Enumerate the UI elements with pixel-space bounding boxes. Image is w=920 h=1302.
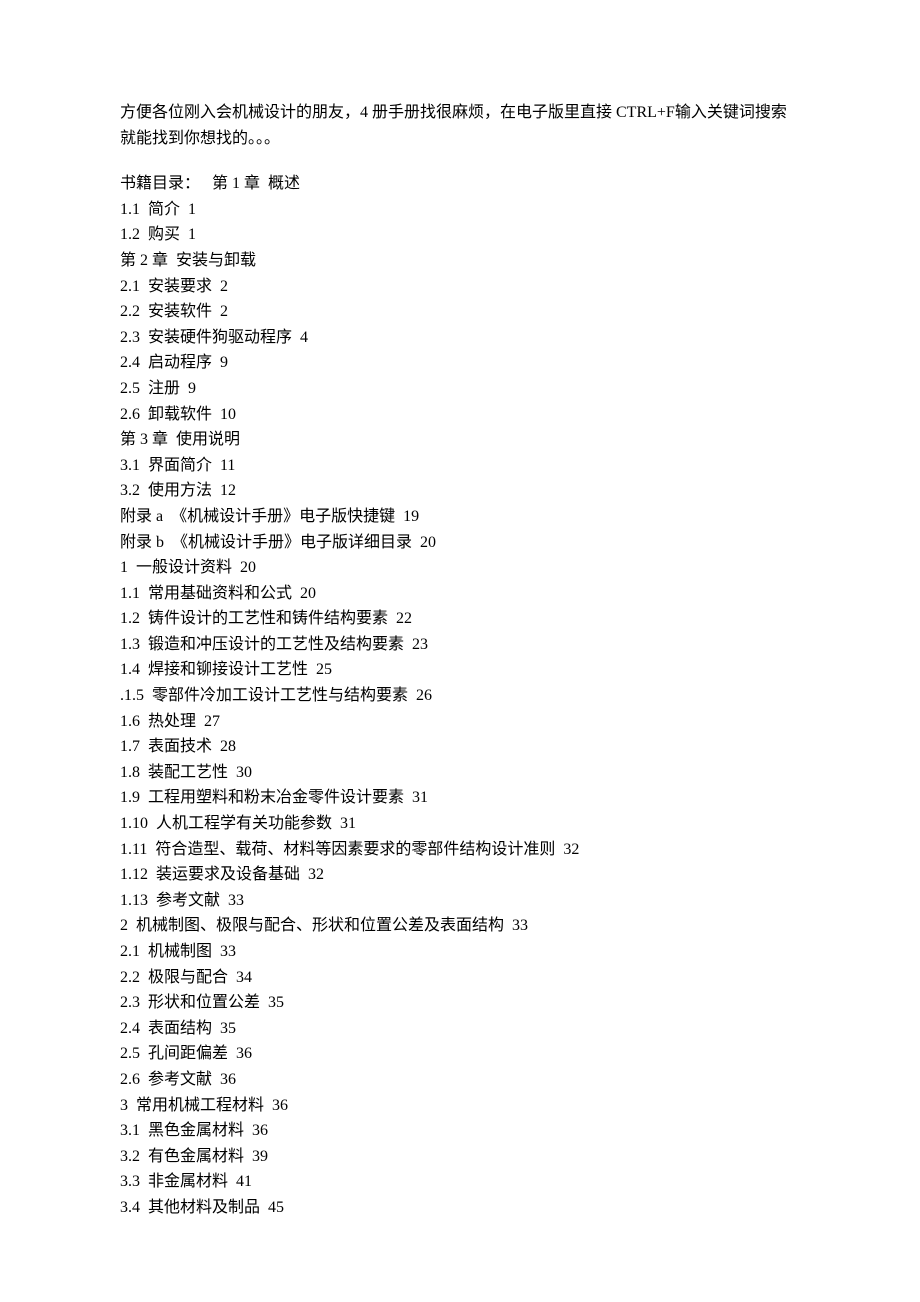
toc-line: 2 机械制图、极限与配合、形状和位置公差及表面结构 33 (120, 913, 800, 939)
toc-line: 1.9 工程用塑料和粉末冶金零件设计要素 31 (120, 785, 800, 811)
toc-line: 第 3 章 使用说明 (120, 427, 800, 453)
toc-line: 1.2 铸件设计的工艺性和铸件结构要素 22 (120, 606, 800, 632)
toc-line: 书籍目录： 第 1 章 概述 (120, 171, 800, 197)
toc-line: 2.3 安装硬件狗驱动程序 4 (120, 325, 800, 351)
toc-line: 1.1 常用基础资料和公式 20 (120, 581, 800, 607)
toc-line: 3.1 界面简介 11 (120, 453, 800, 479)
toc-line: 1.2 购买 1 (120, 222, 800, 248)
toc-line: 2.4 启动程序 9 (120, 350, 800, 376)
toc-line: 3.2 有色金属材料 39 (120, 1144, 800, 1170)
toc-line: 2.5 注册 9 (120, 376, 800, 402)
toc-line: 2.2 极限与配合 34 (120, 965, 800, 991)
toc-line: 1 一般设计资料 20 (120, 555, 800, 581)
toc-line: 2.2 安装软件 2 (120, 299, 800, 325)
toc-line: 第 2 章 安装与卸载 (120, 248, 800, 274)
toc-line: 3.1 黑色金属材料 36 (120, 1118, 800, 1144)
toc-line: 1.3 锻造和冲压设计的工艺性及结构要素 23 (120, 632, 800, 658)
intro-paragraph: 方便各位刚入会机械设计的朋友，4 册手册找很麻烦，在电子版里直接 CTRL+F输… (120, 100, 800, 151)
toc-line: 2.3 形状和位置公差 35 (120, 990, 800, 1016)
toc-line: 3.3 非金属材料 41 (120, 1169, 800, 1195)
toc-line: 1.10 人机工程学有关功能参数 31 (120, 811, 800, 837)
toc-line: 2.4 表面结构 35 (120, 1016, 800, 1042)
toc-line: 1.13 参考文献 33 (120, 888, 800, 914)
toc-line: 1.4 焊接和铆接设计工艺性 25 (120, 657, 800, 683)
toc-line: 1.8 装配工艺性 30 (120, 760, 800, 786)
toc-line: 2.6 参考文献 36 (120, 1067, 800, 1093)
toc-line: 1.1 简介 1 (120, 197, 800, 223)
toc-line: .1.5 零部件冷加工设计工艺性与结构要素 26 (120, 683, 800, 709)
toc-line: 1.11 符合造型、载荷、材料等因素要求的零部件结构设计准则 32 (120, 837, 800, 863)
toc-line: 3 常用机械工程材料 36 (120, 1093, 800, 1119)
toc-line: 2.1 机械制图 33 (120, 939, 800, 965)
toc-line: 3.4 其他材料及制品 45 (120, 1195, 800, 1221)
toc-line: 1.12 装运要求及设备基础 32 (120, 862, 800, 888)
toc-line: 附录 a 《机械设计手册》电子版快捷键 19 (120, 504, 800, 530)
toc-line: 2.5 孔间距偏差 36 (120, 1041, 800, 1067)
toc-line: 附录 b 《机械设计手册》电子版详细目录 20 (120, 530, 800, 556)
toc-line: 2.1 安装要求 2 (120, 274, 800, 300)
toc-line: 1.7 表面技术 28 (120, 734, 800, 760)
table-of-contents: 书籍目录： 第 1 章 概述1.1 简介 11.2 购买 1第 2 章 安装与卸… (120, 171, 800, 1220)
toc-line: 1.6 热处理 27 (120, 709, 800, 735)
toc-line: 2.6 卸载软件 10 (120, 402, 800, 428)
toc-line: 3.2 使用方法 12 (120, 478, 800, 504)
